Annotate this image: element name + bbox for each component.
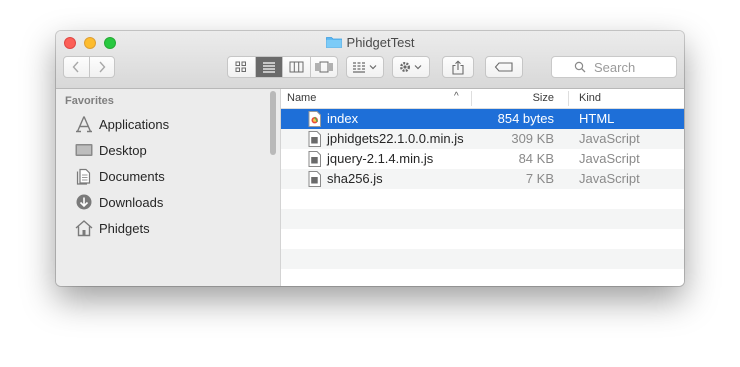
- js-file-icon: [308, 151, 321, 167]
- sidebar: Favorites Applications Desktop Documents: [56, 89, 281, 286]
- view-mode-group: [227, 56, 338, 78]
- sidebar-item-applications[interactable]: Applications: [74, 113, 169, 135]
- tag-icon: [494, 62, 513, 72]
- file-name: sha256.js: [327, 171, 383, 186]
- search-field[interactable]: [551, 56, 684, 78]
- sidebar-item-documents[interactable]: Documents: [74, 165, 165, 187]
- column-divider[interactable]: [568, 91, 569, 106]
- column-header-name[interactable]: Name: [287, 92, 316, 104]
- search-icon: [574, 61, 586, 73]
- sidebar-item-label: Desktop: [99, 142, 147, 158]
- file-kind: JavaScript: [579, 131, 640, 146]
- file-size: 84 KB: [518, 151, 554, 166]
- js-file-icon: [308, 171, 321, 187]
- desktop-icon: [75, 144, 93, 156]
- back-button[interactable]: [64, 57, 89, 77]
- file-name: index: [327, 111, 359, 126]
- applications-icon: [76, 116, 92, 133]
- column-header-kind[interactable]: Kind: [579, 92, 601, 104]
- share-icon: [452, 59, 464, 75]
- sidebar-item-downloads[interactable]: Downloads: [74, 191, 163, 213]
- list-view-button[interactable]: [254, 57, 282, 77]
- arrange-button[interactable]: [346, 56, 384, 78]
- home-icon: [75, 220, 93, 237]
- window-title-text: PhidgetTest: [346, 35, 415, 50]
- sidebar-scrollbar[interactable]: [270, 91, 276, 155]
- sidebar-item-label: Phidgets: [99, 220, 150, 236]
- column-header-size[interactable]: Size: [533, 92, 554, 104]
- sidebar-item-label: Applications: [99, 116, 170, 132]
- file-rows: index 854 bytes HTML jphidgets22.1.0.0.m…: [281, 109, 684, 286]
- html-file-icon: [308, 111, 321, 127]
- table-row[interactable]: jphidgets22.1.0.0.min.js 309 KB JavaScri…: [281, 129, 684, 149]
- documents-icon: [76, 168, 91, 185]
- columns-icon: [289, 61, 304, 73]
- sidebar-item-desktop[interactable]: Desktop: [74, 139, 147, 161]
- file-size: 854 bytes: [497, 111, 554, 126]
- icon-view-button[interactable]: [228, 57, 255, 77]
- search-input[interactable]: [594, 59, 684, 75]
- icon-grid-icon: [235, 61, 247, 72]
- table-row[interactable]: sha256.js 7 KB JavaScript: [281, 169, 684, 189]
- sidebar-item-phidgets[interactable]: Phidgets: [74, 217, 150, 239]
- column-divider[interactable]: [471, 91, 472, 106]
- sort-ascending-icon: ^: [454, 91, 459, 102]
- chevron-right-icon: [99, 61, 106, 73]
- file-size: 7 KB: [525, 171, 554, 186]
- titlebar: PhidgetTest: [56, 31, 684, 89]
- sidebar-item-label: Downloads: [99, 194, 164, 210]
- action-button[interactable]: [392, 56, 430, 78]
- share-button[interactable]: [442, 56, 474, 78]
- empty-row: [281, 249, 684, 269]
- file-kind: JavaScript: [579, 171, 640, 186]
- file-list: Name ^ Size Kind index 854 bytes HTML jp…: [281, 89, 684, 286]
- list-lines-icon: [262, 62, 275, 73]
- forward-button[interactable]: [88, 57, 115, 77]
- file-name: jphidgets22.1.0.0.min.js: [327, 131, 464, 146]
- window-title: PhidgetTest: [56, 35, 684, 50]
- column-view-button[interactable]: [282, 57, 310, 77]
- coverflow-icon: [315, 61, 333, 73]
- empty-row: [281, 229, 684, 249]
- file-name: jquery-2.1.4.min.js: [327, 151, 434, 166]
- gear-icon: [400, 62, 422, 72]
- finder-window: PhidgetTest Search Favorites Application…: [56, 31, 684, 286]
- folder-icon: [325, 37, 342, 48]
- sidebar-item-label: Documents: [99, 168, 165, 184]
- table-row[interactable]: jquery-2.1.4.min.js 84 KB JavaScript: [281, 149, 684, 169]
- file-kind: JavaScript: [579, 151, 640, 166]
- chevron-left-icon: [72, 61, 79, 73]
- arrange-icon: [353, 62, 377, 73]
- tag-button[interactable]: [485, 56, 523, 78]
- empty-row: [281, 189, 684, 209]
- js-file-icon: [308, 131, 321, 147]
- file-size: 309 KB: [511, 131, 554, 146]
- table-row[interactable]: index 854 bytes HTML: [281, 109, 684, 129]
- back-forward-group: [63, 56, 115, 78]
- empty-row: [281, 209, 684, 229]
- downloads-icon: [76, 194, 92, 210]
- file-kind: HTML: [579, 111, 615, 126]
- empty-row: [281, 269, 684, 286]
- column-header: Name ^ Size Kind: [281, 89, 684, 109]
- coverflow-view-button[interactable]: [309, 57, 338, 77]
- sidebar-heading: Favorites: [65, 95, 114, 107]
